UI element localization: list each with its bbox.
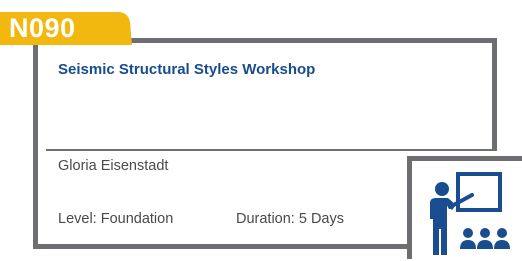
course-title[interactable]: Seismic Structural Styles Workshop [58, 61, 315, 78]
divider [46, 149, 492, 151]
course-code: N090 [9, 13, 76, 43]
instructor-name: Gloria Eisenstadt [58, 158, 169, 174]
card-frame-top [130, 38, 497, 43]
card-frame-right [492, 38, 497, 151]
classroom-icon-box [407, 156, 522, 259]
presenter-classroom-icon [430, 172, 510, 255]
course-duration: Duration: 5 Days [236, 211, 344, 227]
course-card[interactable]: N090 Seismic Structural Styles Workshop … [0, 0, 522, 259]
course-level: Level: Foundation [58, 211, 174, 227]
